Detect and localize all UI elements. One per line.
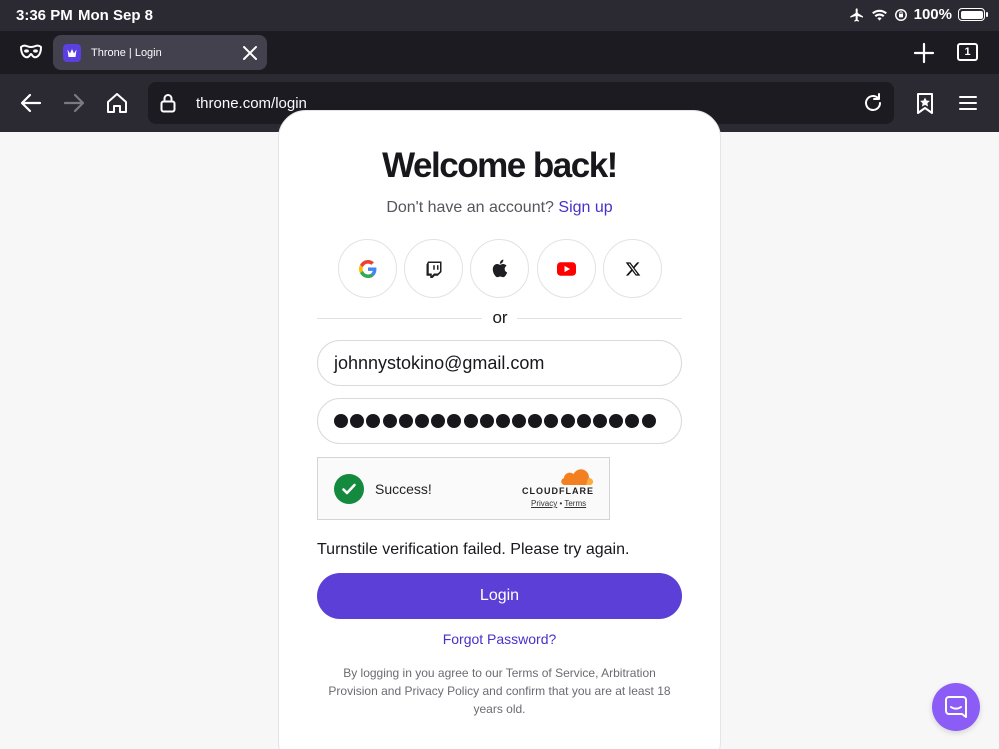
apple-icon [492,259,508,278]
airplane-icon [849,7,863,22]
new-tab-icon[interactable] [913,42,935,64]
throne-favicon-icon [63,43,81,62]
battery-icon [958,8,988,21]
google-login-button[interactable] [338,239,397,298]
password-dot [431,414,446,428]
success-check-icon [334,474,364,504]
x-icon [625,261,640,276]
password-dot [398,414,413,428]
password-dot [382,414,397,428]
password-dot [495,414,510,428]
email-value: johnnystokino@gmail.com [334,353,545,373]
password-dot [366,414,381,428]
turnstile-status: Success! [375,481,432,497]
password-dot [576,414,591,428]
email-field[interactable]: johnnystokino@gmail.com [317,340,682,386]
status-icons: 100% [849,6,988,23]
status-time: 3:36 PM [16,7,73,24]
password-dot [512,414,527,428]
forgot-password-link: Forgot Password? [0,631,999,647]
password-dot [544,414,559,428]
legal-text: By logging in you agree to our Terms of … [328,666,671,716]
signup-prompt-text: Don't have an account? [386,199,554,216]
password-dot [560,414,575,428]
password-dot [479,414,494,428]
password-mask [334,411,656,428]
wifi-icon [871,9,887,21]
google-icon [358,259,376,278]
twitch-login-button[interactable] [404,239,463,298]
url-text[interactable]: throne.com/login [196,95,307,112]
cloudflare-terms-link[interactable]: Terms [564,499,586,508]
password-dot [609,414,624,428]
password-dot [414,414,429,428]
password-dot [528,414,543,428]
tab-strip: Throne | Login [0,31,999,74]
password-dot [350,414,365,428]
close-tab-icon[interactable] [239,42,261,64]
password-dot [641,414,656,428]
forward-icon[interactable] [61,90,87,116]
login-button[interactable]: Login [317,573,682,619]
lock-icon[interactable] [160,93,176,113]
password-dot [463,414,478,428]
tab-count-button[interactable]: 1 [957,43,978,61]
private-browsing-icon[interactable] [19,43,43,61]
x-login-button[interactable] [603,239,662,298]
status-bar: 3:36 PM Mon Sep 8 100% [0,0,999,31]
status-date: Mon Sep 8 [78,7,154,24]
password-dot [593,414,607,428]
tab-title: Throne | Login [91,46,162,59]
chat-icon [945,696,967,718]
menu-icon[interactable] [955,90,981,116]
password-field[interactable] [317,398,682,444]
password-dot [447,414,462,428]
signup-prompt: Don't have an account? Sign up [0,199,999,217]
cloudflare-cloud-icon [561,469,594,485]
twitch-icon [426,261,441,278]
link-separator: • [559,499,563,508]
divider-left [317,318,482,319]
cloudflare-turnstile[interactable]: Success! CLOUDFLARE Privacy • Terms [317,457,610,520]
page-title: Welcome back! [382,146,618,185]
signup-link[interactable]: Sign up [558,199,612,216]
youtube-login-button[interactable] [537,239,596,298]
divider-text: or [492,308,508,327]
battery-percent: 100% [913,6,952,23]
cloudflare-privacy-link[interactable]: Privacy [531,499,557,508]
chat-support-button[interactable] [932,683,980,731]
browser-tab[interactable]: Throne | Login [53,35,267,70]
cloudflare-wordmark: CLOUDFLARE [522,486,594,496]
password-dot [334,414,348,428]
cloudflare-links: Privacy • Terms [531,499,586,508]
apple-login-button[interactable] [470,239,529,298]
orientation-lock-icon [894,8,907,21]
error-message: Turnstile verification failed. Please tr… [317,541,630,558]
reload-icon[interactable] [862,92,884,114]
home-icon[interactable] [104,90,130,116]
back-icon[interactable] [18,90,44,116]
bookmarks-icon[interactable] [912,90,938,116]
youtube-icon [557,261,576,276]
divider-right [517,318,682,319]
forgot-password-text[interactable]: Forgot Password? [443,631,557,647]
password-dot [625,414,640,428]
